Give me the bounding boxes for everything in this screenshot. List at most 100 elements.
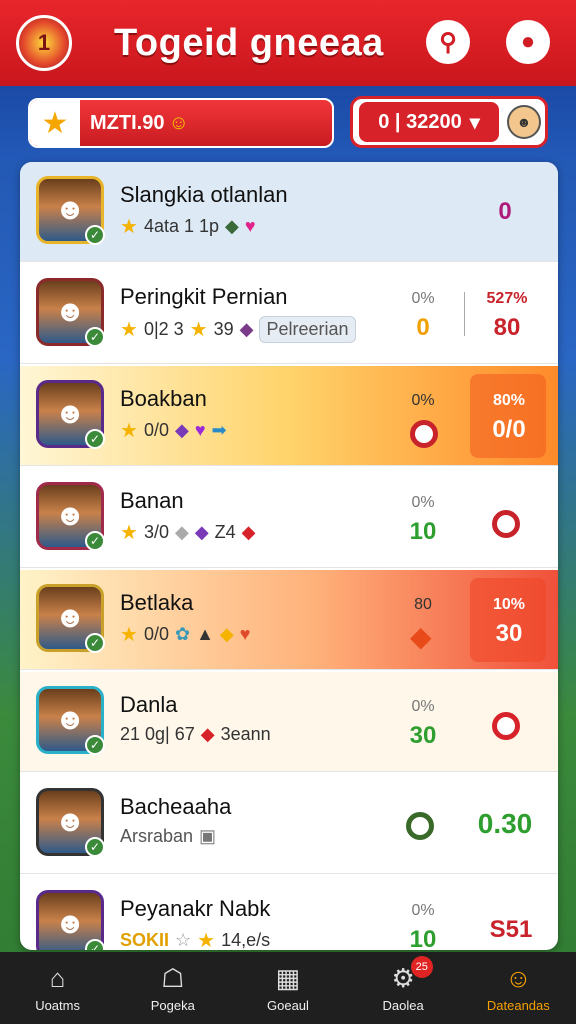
divider <box>464 292 465 336</box>
player-stats: 21 0g| 67 ◆ 3eann <box>120 724 271 745</box>
nav-label: Daolea <box>382 998 424 1013</box>
ruby-icon: ◆ <box>241 522 256 542</box>
stats-text: 14,e/s <box>221 930 271 950</box>
player-stats: Arsraban ▣ <box>120 826 216 847</box>
status-badge: Pelreerian <box>259 316 356 343</box>
target-icon <box>410 420 438 448</box>
player-avatar: ☻ ✓ <box>36 482 105 551</box>
heart-icon: ♥ <box>244 216 256 236</box>
score-value: 0 <box>416 314 430 341</box>
verified-icon: ✓ <box>85 327 105 347</box>
stats-text: 0/0 <box>143 420 169 440</box>
nav-item-pogeka[interactable]: ☖ Pogeka <box>115 952 230 1024</box>
nav-item-goeaul[interactable]: ▦ Goeaul <box>230 952 345 1024</box>
player-name: Banan <box>120 488 184 513</box>
verified-icon: ✓ <box>85 735 105 755</box>
nav-item-home[interactable]: ⌂ Uoatms <box>0 952 115 1024</box>
trash-icon: ▣ <box>199 826 217 846</box>
player-stats: ★ 0|2 3 ★ 39 ◆ Pelreerian <box>120 316 356 343</box>
stats-text: SOKII <box>120 930 170 950</box>
target-icon <box>492 712 520 740</box>
verified-icon: ✓ <box>85 225 105 245</box>
stats-text: 0/0 <box>143 624 169 644</box>
star-icon: ★ <box>189 319 208 341</box>
stats-text: 21 0g| 67 <box>120 724 195 744</box>
gem-icon: ◆ <box>174 522 189 542</box>
player-avatar: ☻ ✓ <box>36 686 105 755</box>
percent-label: 80 <box>414 596 432 613</box>
star-icon: ★ <box>120 319 138 341</box>
list-item[interactable]: ☻ ✓ Bacheaaha Arsraban ▣ 0.30 <box>20 774 558 874</box>
list-item[interactable]: ☻ ✓ Banan ★ 3/0 ◆ ◆ Z4 ◆ 0% 10 <box>20 468 558 568</box>
player-stats: ★ 3/0 ◆ ◆ Z4 ◆ <box>120 520 256 545</box>
gem-icon: ✿ <box>174 624 191 644</box>
stats-text: 39 <box>213 319 234 339</box>
verified-icon: ✓ <box>85 837 105 857</box>
stats-text: 3eann <box>220 724 271 744</box>
verified-icon: ✓ <box>85 939 105 950</box>
score-value: 0 <box>498 198 512 225</box>
percent-label: 0% <box>411 290 435 307</box>
list-item[interactable]: ☻ ✓ Slangkia otlanlan ★ 4ata 1 1p ◆ ♥ 0 <box>20 162 558 262</box>
nav-item-dateandas[interactable]: ☺ Dateandas <box>461 952 576 1024</box>
avatar[interactable]: ☻ <box>507 105 541 139</box>
list-item[interactable]: ☻ ✓ Boakban ★ 0/0 ◆ ♥ ➡ 0% 80% 0/0 <box>20 366 558 466</box>
player-avatar: ☻ ✓ <box>36 890 105 950</box>
bolt-icon: ➡ <box>211 420 227 440</box>
profile-icon[interactable]: ● <box>506 20 550 64</box>
player-stats: ★ 0/0 ✿ ▲ ◆ ♥ <box>120 622 250 647</box>
gem-icon: ◆ <box>219 624 234 644</box>
user-icon: ☺ <box>505 963 532 993</box>
score-value: 30 <box>409 722 437 749</box>
search-icon[interactable]: ⚲ <box>426 20 470 64</box>
player-name: Peringkit Pernian <box>120 284 288 309</box>
chevron-down-icon: ▾ <box>469 111 480 134</box>
star-icon: ★ <box>30 100 80 146</box>
home-icon: ⌂ <box>49 963 66 993</box>
stats-text: 3/0 <box>143 522 169 542</box>
score-value: 0.30 <box>477 808 533 839</box>
ruby-icon: ◆ <box>200 724 215 744</box>
percent-label: 0% <box>411 698 435 715</box>
logo-glyph: 1 <box>37 30 51 55</box>
player-stats: ★ 0/0 ◆ ♥ ➡ <box>120 418 227 443</box>
nav-item-daolea[interactable]: ⚙ Daolea 25 <box>346 952 461 1024</box>
news-icon: ▦ <box>275 963 301 993</box>
bottom-nav: ⌂ Uoatms ☖ Pogeka ▦ Goeaul ⚙ Daolea 25 ☺… <box>0 952 576 1024</box>
player-stats: ★ 4ata 1 1p ◆ ♥ <box>120 214 256 239</box>
star-icon: ★ <box>197 930 216 950</box>
star-icon: ★ <box>120 420 138 442</box>
list-item[interactable]: ☻ ✓ Peringkit Pernian ★ 0|2 3 ★ 39 ◆ Pelr… <box>20 264 558 364</box>
nav-label: Goeaul <box>267 998 309 1013</box>
list-item[interactable]: ☻ ✓ Danla 21 0g| 67 ◆ 3eann 0% 30 <box>20 672 558 772</box>
percent-label: 0% <box>411 494 435 511</box>
star-icon: ★ <box>120 624 138 646</box>
coin-balance[interactable]: ★ MZTI.90 ☺ <box>28 98 334 148</box>
verified-icon: ✓ <box>85 429 105 449</box>
app-header: 1 Togeid gneeaa ⚲ ● <box>0 0 576 86</box>
house-icon: ☖ <box>161 963 185 993</box>
app-logo[interactable]: 1 <box>16 15 72 71</box>
verified-icon: ✓ <box>85 531 105 551</box>
shield-icon: ◆ <box>410 621 432 652</box>
verified-icon: ✓ <box>85 633 105 653</box>
stats-text: 4ata 1 1p <box>143 216 220 236</box>
gem-icon: ◆ <box>194 522 209 542</box>
coin-value: MZTI.90 <box>90 111 165 134</box>
player-avatar: ☻ ✓ <box>36 176 105 245</box>
star-icon: ★ <box>120 216 138 238</box>
stats-text: Z4 <box>214 522 236 542</box>
target-icon <box>492 510 520 538</box>
score-value: 80 <box>493 314 521 341</box>
percent-label: 527% <box>486 290 528 307</box>
percent-label: 0% <box>411 392 435 409</box>
coin-emoji-icon: ☺ <box>168 111 189 134</box>
player-avatar: ☻ ✓ <box>36 584 105 653</box>
list-item[interactable]: ☻ ✓ Betlaka ★ 0/0 ✿ ▲ ◆ ♥ 80 ◆ 10% 30 <box>20 570 558 670</box>
nav-label: Pogeka <box>150 998 195 1013</box>
star-outline-icon: ☆ <box>175 930 192 950</box>
list-item[interactable]: ☻ ✓ Peyanakr Nabk SOKII ☆ ★ 14,e/s 0% 10 … <box>20 876 558 950</box>
player-avatar: ☻ ✓ <box>36 788 105 857</box>
score-dropdown[interactable]: 0 | 32200 ▾ ☻ <box>350 96 548 148</box>
nav-label: Dateandas <box>486 998 550 1013</box>
